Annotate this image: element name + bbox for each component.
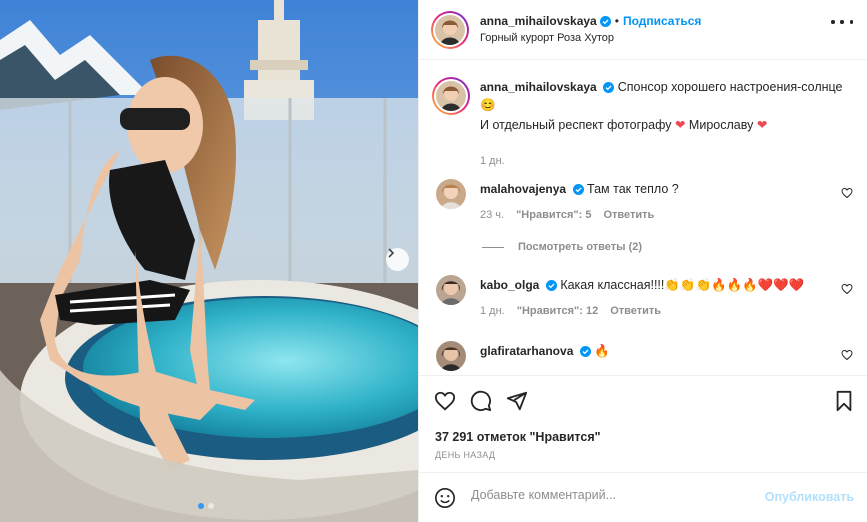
comment-likes[interactable]: "Нравится": 12 — [517, 305, 598, 317]
commenter-avatar-image — [436, 341, 466, 371]
comment-time[interactable]: 23 ч. — [480, 209, 504, 221]
comment-meta: 23 ч. "Нравится": 5 Ответить — [480, 209, 654, 221]
comment-meta: 1 дн. "Нравится": 12 Ответить — [480, 305, 661, 317]
author-avatar[interactable] — [431, 11, 469, 49]
caption-text-2a: И отдельный респект фотографу — [480, 118, 672, 132]
comment-likes[interactable]: "Нравится": 5 — [516, 209, 591, 221]
follow-button[interactable]: Подписаться — [623, 14, 701, 28]
comment-username[interactable]: kabo_olga — [480, 278, 539, 292]
slide-indicator — [198, 503, 214, 509]
like-heart-icon[interactable] — [434, 390, 456, 412]
bookmark-icon[interactable] — [834, 390, 854, 412]
like-comment-heart-icon[interactable] — [841, 283, 853, 295]
replies-divider — [482, 246, 504, 248]
verified-badge-icon — [572, 184, 584, 195]
verified-badge-icon — [579, 346, 591, 357]
publish-button[interactable]: Опубликовать — [765, 490, 854, 504]
caption-username[interactable]: anna_mihailovskaya — [480, 80, 597, 94]
photo-scene — [0, 0, 418, 522]
comment-item: glafiratarhanova 🔥 — [434, 339, 853, 373]
more-options-icon[interactable] — [831, 18, 853, 26]
header-separator: • — [614, 14, 619, 28]
comment-text: 🔥 — [594, 344, 610, 358]
verified-badge-icon — [545, 280, 557, 291]
comment-text: Какая классная!!!!👏👏👏🔥🔥🔥❤️❤️❤️ — [560, 278, 805, 292]
caption-line-1: anna_mihailovskaya Спонсор хорошего наст… — [480, 75, 843, 99]
comment-item: kabo_olga Какая классная!!!!👏👏👏🔥🔥🔥❤️❤️❤️… — [434, 273, 853, 333]
view-replies-button[interactable]: Посмотреть ответы (2) — [482, 241, 642, 253]
post-side-panel: anna_mihailovskaya • Подписаться Горный … — [418, 0, 867, 522]
reply-button[interactable]: Ответить — [603, 209, 654, 221]
heart-emoji: ❤ — [756, 118, 768, 132]
commenter-avatar-image — [436, 179, 466, 209]
caption: anna_mihailovskaya Спонсор хорошего наст… — [432, 75, 853, 167]
author-username[interactable]: anna_mihailovskaya — [480, 14, 597, 28]
view-replies-label[interactable]: Посмотреть ответы (2) — [518, 241, 642, 253]
post-date[interactable]: ДЕНЬ НАЗАД — [435, 450, 495, 460]
commenter-avatar[interactable] — [436, 275, 466, 305]
comment-time[interactable]: 1 дн. — [480, 305, 505, 317]
next-slide-button[interactable] — [386, 248, 409, 271]
comment-body: kabo_olga Какая классная!!!!👏👏👏🔥🔥🔥❤️❤️❤️ — [480, 273, 804, 297]
likes-count[interactable]: 37 291 отметок "Нравится" — [435, 430, 601, 444]
caption-time[interactable]: 1 дн. — [480, 155, 505, 167]
comment-body: malahovajenya Там так тепло ? — [480, 177, 679, 201]
comment-username[interactable]: glafiratarhanova — [480, 344, 573, 358]
emoji-smiley-icon[interactable] — [434, 487, 456, 509]
like-comment-heart-icon[interactable] — [841, 349, 853, 361]
commenter-avatar[interactable] — [436, 179, 466, 209]
share-paper-plane-icon[interactable] — [506, 390, 528, 412]
comment-composer: Опубликовать — [419, 472, 867, 522]
commenter-avatar-image — [436, 275, 466, 305]
post-header: anna_mihailovskaya • Подписаться Горный … — [419, 0, 867, 60]
caption-avatar[interactable] — [432, 77, 470, 115]
caption-text-2b: Мирославу — [688, 118, 754, 132]
slide-dot — [208, 503, 214, 509]
heart-emoji: ❤ — [674, 118, 686, 132]
slide-dot — [198, 503, 204, 509]
caption-avatar-image — [436, 81, 466, 111]
comment-input[interactable] — [471, 488, 761, 502]
comment-text: Там так тепло ? — [587, 182, 679, 196]
author-avatar-image — [435, 15, 465, 45]
comment-username[interactable]: malahovajenya — [480, 182, 566, 196]
caption-text-1: Спонсор хорошего настроения-солнце — [617, 80, 843, 94]
comment-item: malahovajenya Там так тепло ? 23 ч. "Нра… — [434, 177, 853, 257]
like-comment-heart-icon[interactable] — [841, 187, 853, 199]
verified-badge-icon — [599, 15, 611, 27]
commenter-avatar[interactable] — [436, 341, 466, 371]
comment-body: glafiratarhanova 🔥 — [480, 339, 610, 363]
caption-meta: 1 дн. — [480, 155, 505, 167]
post-photo[interactable] — [0, 0, 418, 522]
reply-button[interactable]: Ответить — [610, 305, 661, 317]
comment-bubble-icon[interactable] — [470, 390, 492, 412]
location-link[interactable]: Горный курорт Роза Хутор — [480, 32, 614, 44]
comments-list[interactable]: anna_mihailovskaya Спонсор хорошего наст… — [419, 61, 867, 373]
verified-badge-icon — [603, 82, 615, 93]
chevron-right-icon — [388, 248, 395, 258]
caption-line-2: И отдельный респект фотографу ❤ Мирослав… — [480, 113, 767, 137]
